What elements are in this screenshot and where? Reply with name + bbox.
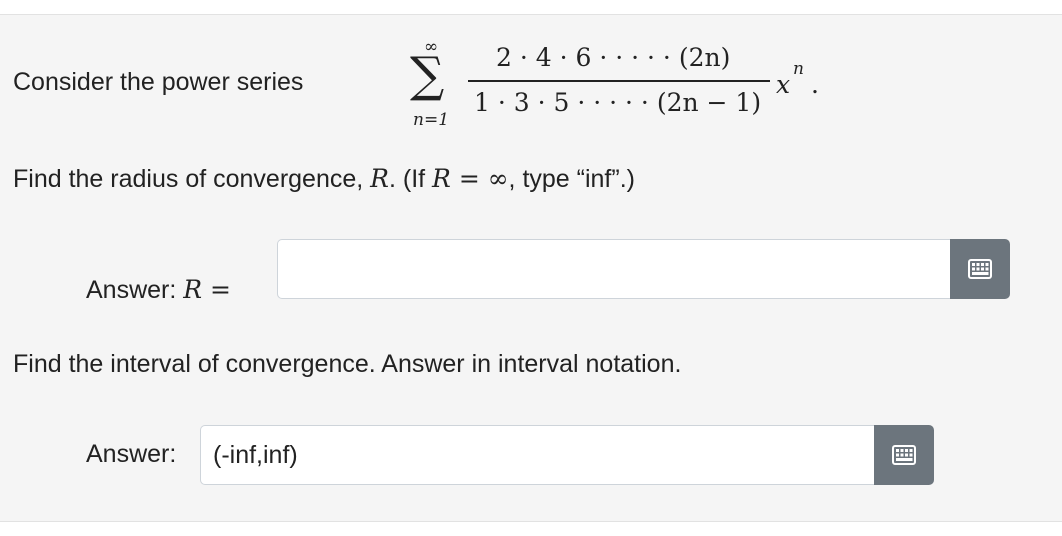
radius-instruction-suffix: , type “inf”.) [508,165,635,193]
question-prompt: Consider the power series [13,68,304,96]
radius-answer-input[interactable] [277,239,950,299]
interval-keyboard-button[interactable] [874,425,934,485]
radius-answer-var: R [183,275,203,304]
series-exponent: n [793,59,804,79]
radius-instruction-mid: . (If [388,165,433,193]
radius-instruction-eq: R = ∞ [432,164,509,193]
interval-answer-input[interactable] [200,425,874,485]
radius-instruction-prefix: Find the radius of convergence, [13,165,371,193]
keyboard-icon [968,259,992,279]
interval-instruction: Find the interval of convergence. Answer… [13,350,682,378]
radius-answer-label: Answer: R = [86,275,231,305]
summation-sign: ∑ [410,47,445,103]
radius-answer-eq: = [202,275,231,304]
fraction-bar [468,80,770,82]
interval-answer-group [200,425,934,485]
series-period: . [811,70,819,99]
radius-instruction-var: R [370,164,389,193]
series-variable: x [776,70,791,99]
radius-answer-group [277,239,1010,299]
radius-keyboard-button[interactable] [950,239,1010,299]
question-panel: Consider the power series ∞ ∑ n=1 2 · 4 … [0,14,1062,522]
sum-lower-limit: n=1 [413,110,450,130]
fraction-numerator: 2 · 4 · 6 · · · · · (2n) [496,43,731,72]
keyboard-icon [892,445,916,465]
radius-answer-label-text: Answer: [86,276,184,304]
radius-instruction: Find the radius of convergence, R. (If R… [13,164,635,194]
interval-answer-label: Answer: [86,440,177,468]
fraction-denominator: 1 · 3 · 5 · · · · · (2n − 1) [474,88,762,117]
